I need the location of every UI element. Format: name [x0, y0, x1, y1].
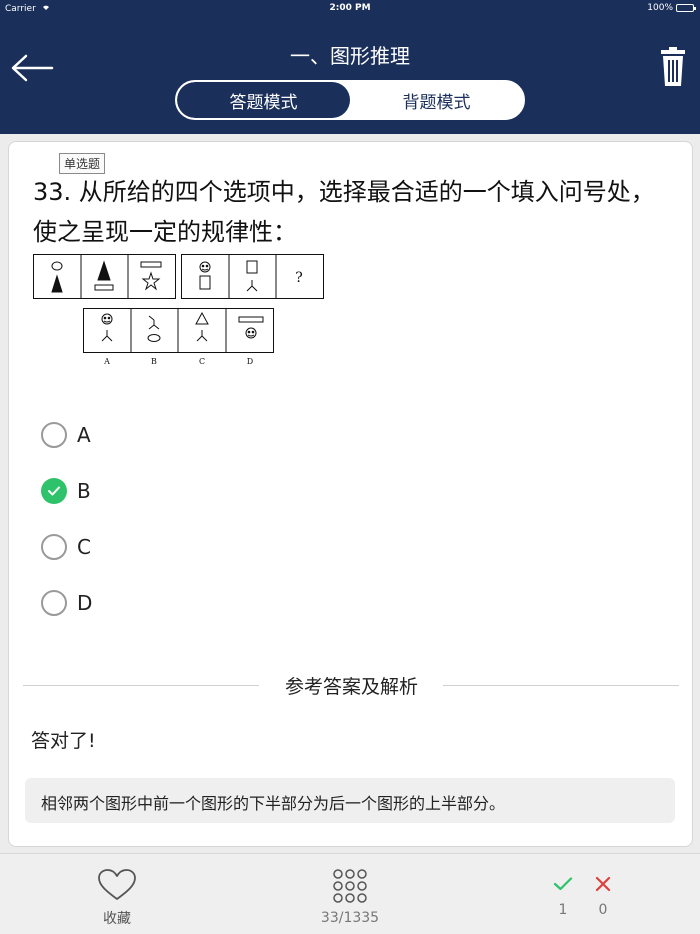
question-figure: ? A B C D	[33, 254, 324, 366]
progress-text: 33/1335	[320, 910, 380, 926]
battery-text: 100%	[647, 3, 673, 13]
option-d[interactable]: D	[41, 588, 92, 618]
explanation-text: 相邻两个图形中前一个图形的下半部分为后一个图形的上半部分。	[41, 794, 506, 813]
page-title: 一、图形推理	[290, 44, 410, 68]
radio-checked-icon	[41, 478, 67, 504]
figure-label-d: D	[247, 357, 253, 366]
trash-icon	[661, 47, 685, 86]
favorite-button[interactable]: 收藏	[94, 868, 140, 928]
radio-unchecked-icon	[41, 422, 67, 448]
correct-count-number: 1	[558, 902, 568, 918]
answer-result: 答对了!	[31, 730, 96, 752]
radio-unchecked-icon	[41, 534, 67, 560]
battery-icon	[676, 4, 696, 12]
status-time: 2:00 PM	[329, 3, 371, 13]
heart-icon	[98, 869, 136, 900]
check-icon	[553, 877, 573, 891]
favorite-label: 收藏	[103, 911, 131, 927]
bottom-toolbar: 收藏 33/1335 1 0	[0, 853, 700, 934]
battery-status: 100%	[647, 3, 696, 13]
option-label: B	[77, 479, 91, 503]
option-b[interactable]: B	[41, 476, 91, 506]
tab-recite-mode[interactable]: 背题模式	[350, 82, 523, 118]
figure-label-c: C	[199, 357, 205, 366]
radio-unchecked-icon	[41, 590, 67, 616]
grid-dots-icon	[333, 869, 367, 903]
figure-label-a: A	[103, 357, 110, 366]
option-label: A	[77, 423, 91, 447]
option-label: D	[77, 591, 93, 615]
option-a[interactable]: A	[41, 420, 91, 450]
wrong-count: 0	[590, 876, 616, 918]
mode-segmented-control: 答题模式 背题模式	[175, 80, 525, 120]
correct-count: 1	[550, 876, 576, 918]
wrong-count-number: 0	[598, 902, 608, 918]
figure-label-b: B	[151, 357, 157, 366]
tab-answer-mode[interactable]: 答题模式	[177, 82, 350, 118]
question-text: 33. 从所给的四个选项中，选择最合适的一个填入问号处，使之呈现一定的规律性：	[33, 178, 655, 246]
question-card: 单选题 33. 从所给的四个选项中，选择最合适的一个填入问号处，使之呈现一定的规…	[8, 141, 693, 847]
analysis-heading: 参考答案及解析	[284, 676, 418, 698]
header: Carrier 2:00 PM 100% 一、图形推理 答题模式 背题模式	[0, 0, 700, 134]
option-c[interactable]: C	[41, 532, 91, 562]
figure-question-mark: ?	[295, 270, 303, 286]
question-list-button[interactable]: 33/1335	[310, 868, 390, 926]
close-icon	[595, 876, 611, 892]
check-icon	[48, 486, 60, 496]
status-bar: Carrier 2:00 PM 100%	[0, 0, 700, 16]
question-type-badge: 单选题	[59, 153, 106, 174]
explanation-box: 相邻两个图形中前一个图形的下半部分为后一个图形的上半部分。	[25, 778, 675, 823]
option-label: C	[77, 535, 91, 559]
delete-button[interactable]	[658, 44, 688, 88]
